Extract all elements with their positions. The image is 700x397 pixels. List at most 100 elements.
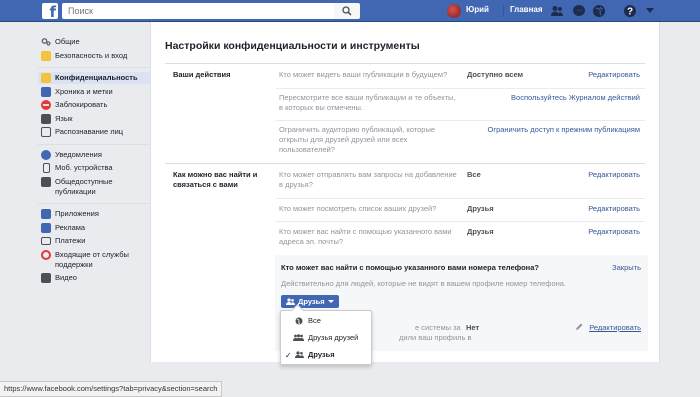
settings-sidebar: Общие Безопасность и вход Конфиденциальн… [38, 36, 153, 294]
sidebar-item-label: Приложения [55, 209, 99, 218]
edit-link[interactable]: Редактировать [588, 227, 640, 236]
dropdown-option-label: Все [308, 316, 321, 325]
sidebar-item-label: Общие [55, 37, 80, 46]
setting-question: Ограничить аудиторию публикаций, которые… [279, 125, 436, 154]
sidebar-item-label: Язык [55, 113, 73, 123]
gear-icon [41, 37, 51, 47]
checkmark-icon: ✓ [285, 351, 292, 360]
settings-row: Кто может видеть ваши публикации в будущ… [276, 68, 645, 90]
sidebar-item-label: Платежи [55, 236, 86, 245]
browser-status-bar-url: https://www.facebook.com/settings?tab=pr… [0, 381, 223, 397]
profile-link[interactable]: Юрий [466, 5, 489, 14]
sidebar-item-timeline[interactable]: Хроника и метки [38, 86, 153, 98]
search-button[interactable] [334, 3, 360, 19]
globe-icon [41, 149, 51, 160]
timeline-icon [41, 86, 51, 97]
sidebar-item-label: Видео [55, 273, 77, 282]
sidebar-item-label: Уведомления [55, 149, 102, 159]
setting-value: Доступно всем [467, 70, 524, 79]
settings-row: Ограничить аудиторию публикаций, которые… [276, 121, 645, 163]
edit-link[interactable]: Редактировать [588, 204, 640, 213]
settings-row: Пересмотрите все ваши публикации и те об… [276, 90, 645, 121]
setting-value: Друзья [467, 204, 494, 213]
dropdown-option-everyone[interactable]: Все [281, 313, 371, 328]
settings-row: Кто может посмотреть список ваших друзей… [276, 199, 645, 222]
setting-question: Пересмотрите все ваши публикации и те об… [279, 93, 456, 112]
lock-icon [41, 73, 51, 83]
sidebar-item-label: Общедоступные публикации [55, 176, 113, 196]
sidebar-group: Уведомления Моб. устройства Общедоступны… [38, 149, 153, 204]
payments-icon [41, 237, 51, 245]
activity-log-link[interactable]: Воспользуйтесь Журналом действий [511, 93, 640, 102]
sidebar-item-label: Моб. устройства [55, 163, 113, 172]
friends-icon [295, 351, 304, 358]
shield-icon [41, 50, 51, 61]
sidebar-item-language[interactable]: Язык [38, 113, 153, 125]
sidebar-group: Общие Безопасность и вход [38, 36, 153, 68]
friends-icon [286, 298, 295, 305]
sidebar-item-blocking[interactable]: Заблокировать [38, 99, 153, 111]
sidebar-item-face-recognition[interactable]: Распознавание лиц [38, 126, 153, 138]
rss-icon [41, 176, 51, 187]
top-navigation-bar: f Юрий Главная ? [0, 0, 700, 22]
sidebar-group: Конфиденциальность Хроника и метки Забло… [38, 72, 153, 145]
search-input[interactable] [62, 3, 334, 19]
audience-selector-label: Друзья [298, 297, 325, 306]
account-menu-chevron-down-icon[interactable] [645, 8, 659, 22]
sidebar-item-support-inbox[interactable]: Входящие от службы поддержки [38, 249, 153, 271]
avatar[interactable] [447, 4, 461, 18]
friends-of-friends-icon [293, 334, 304, 341]
settings-row: Кто может отправлять вам запросы на доба… [276, 168, 645, 199]
sidebar-item-mobile[interactable]: Моб. устройства [38, 162, 153, 174]
setting-question-partial: е системы за [415, 323, 461, 332]
home-link[interactable]: Главная [510, 5, 543, 14]
sidebar-item-label: Хроника и метки [55, 86, 113, 96]
divider [503, 5, 504, 17]
ads-icon [41, 222, 51, 233]
setting-question: Кто может вас найти с помощью указанного… [281, 263, 539, 272]
divider [165, 163, 645, 164]
globe-icon [295, 317, 303, 325]
edit-link[interactable]: Редактировать [588, 170, 640, 179]
notifications-globe-icon[interactable] [592, 4, 606, 18]
sidebar-group: Приложения Реклама Платежи Входящие от с… [38, 208, 153, 290]
limit-past-posts-link[interactable]: Ограничить доступ к прежним публикациям [488, 125, 641, 134]
dropdown-option-label: Друзья друзей [308, 333, 359, 342]
friend-requests-icon[interactable] [550, 4, 564, 18]
setting-value: Все [467, 170, 481, 179]
sidebar-item-public-posts[interactable]: Общедоступные публикации [38, 176, 153, 198]
help-icon[interactable]: ? [623, 4, 637, 18]
sidebar-item-general[interactable]: Общие [38, 36, 153, 48]
sidebar-item-label: Реклама [55, 222, 86, 232]
sidebar-item-payments[interactable]: Платежи [38, 235, 153, 247]
svg-text:?: ? [627, 7, 633, 18]
setting-value: Нет [466, 323, 480, 332]
close-link[interactable]: Закрыть [612, 263, 641, 272]
pencil-icon [576, 323, 583, 330]
setting-question: Кто может отправлять вам запросы на доба… [279, 170, 457, 189]
sidebar-item-label: Заблокировать [55, 100, 108, 109]
dropdown-option-friends-of-friends[interactable]: Друзья друзей [281, 330, 371, 345]
edit-link[interactable]: Редактировать [589, 323, 641, 332]
facebook-logo-icon[interactable]: f [42, 3, 58, 19]
edit-link[interactable]: Редактировать [588, 70, 640, 79]
setting-question: Кто может посмотреть список ваших друзей… [279, 204, 437, 213]
divider [276, 88, 645, 89]
dropdown-option-label: Друзья [308, 350, 335, 359]
sidebar-item-video[interactable]: Видео [38, 272, 153, 284]
sidebar-item-apps[interactable]: Приложения [38, 208, 153, 220]
setting-question: Кто может вас найти с помощью указанного… [279, 227, 452, 246]
dropdown-option-friends[interactable]: ✓ Друзья [281, 347, 371, 362]
apps-icon [41, 209, 51, 219]
sidebar-item-security[interactable]: Безопасность и вход [38, 50, 153, 62]
sidebar-item-ads[interactable]: Реклама [38, 222, 153, 234]
audience-dropdown-menu: Все Друзья друзей ✓ Друзья [280, 310, 372, 365]
section-label-how-people-find-you: Как можно вас найти и связаться с вами [173, 170, 258, 189]
audience-selector-button[interactable]: Друзья [281, 295, 339, 308]
sidebar-item-notifications[interactable]: Уведомления [38, 149, 153, 161]
setting-value: Друзья [467, 227, 494, 236]
sidebar-item-label: Безопасность и вход [55, 50, 128, 60]
sidebar-item-privacy[interactable]: Конфиденциальность [38, 72, 153, 84]
messenger-icon[interactable] [572, 4, 586, 18]
caret-down-icon [328, 300, 334, 303]
